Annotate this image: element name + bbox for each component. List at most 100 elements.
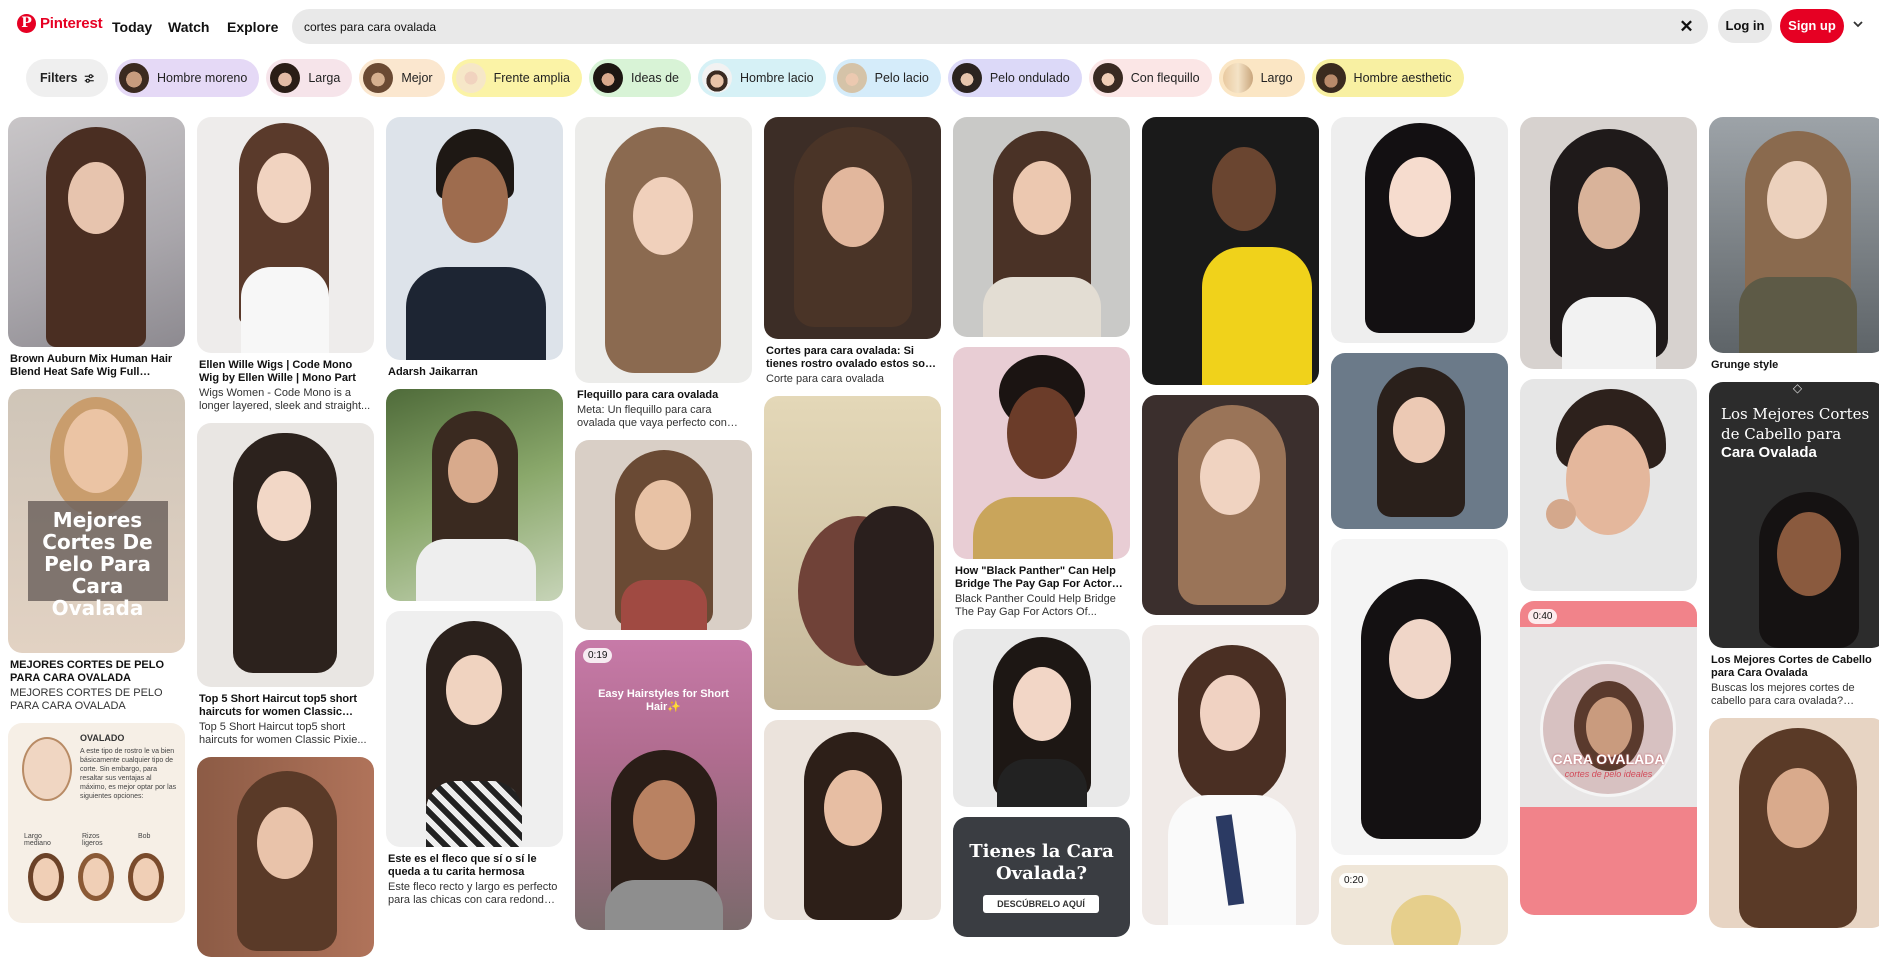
pin-overlay-label: Rizos ligeros [82, 833, 103, 847]
pin-card[interactable] [1520, 379, 1697, 591]
pin-column-2: Ellen Wille Wigs | Code Mono Wig by Elle… [197, 117, 374, 967]
chip-label: Larga [308, 71, 341, 85]
chip-hombre-aesthetic[interactable]: Hombre aesthetic [1311, 59, 1464, 97]
chip-label: Pelo lacio [874, 71, 929, 85]
pin-title: Brown Auburn Mix Human Hair Blend Heat S… [10, 353, 173, 378]
pin-image [1331, 117, 1508, 343]
pin-description: Top 5 Short Haircut top5 short haircuts … [199, 721, 367, 746]
pin-card[interactable]: Grunge style [1709, 117, 1879, 372]
pin-card[interactable] [953, 629, 1130, 807]
search-input[interactable] [304, 9, 1644, 44]
pin-image: 0:20 [1331, 865, 1508, 945]
clear-search-icon[interactable]: ✕ [1677, 17, 1696, 36]
chip-pelo-lacio[interactable]: Pelo lacio [832, 59, 941, 97]
pin-image [764, 396, 941, 710]
pin-image [1331, 353, 1508, 529]
pin-card[interactable]: Cortes para cara ovalada: Si tienes rost… [764, 117, 941, 386]
pin-card[interactable] [575, 440, 752, 630]
nav-watch[interactable]: Watch [168, 19, 209, 35]
pin-card[interactable] [1142, 625, 1319, 925]
chip-thumbnail [1222, 63, 1253, 93]
chip-largo[interactable]: Largo [1218, 59, 1305, 97]
pin-image: Tienes la Cara Ovalada? DESCÚBRELO AQUÍ [953, 817, 1130, 937]
pin-image [386, 611, 563, 847]
pin-column-1: Brown Auburn Mix Human Hair Blend Heat S… [8, 117, 185, 933]
chip-label: Ideas de [631, 71, 679, 85]
chip-label: Pelo ondulado [989, 71, 1070, 85]
chevron-down-icon[interactable] [1852, 18, 1866, 32]
pin-card[interactable]: Este es el fleco que sí o sí le queda a … [386, 611, 563, 907]
filters-label: Filters [40, 71, 78, 85]
pin-column-3: Adarsh Jaikarran Este es el fleco que sí… [386, 117, 563, 917]
filter-chip-bar: Filters Hombre moreno Larga Mejor Frente… [26, 59, 1464, 97]
pin-image [764, 720, 941, 920]
pin-card[interactable]: 0:20 [1331, 865, 1508, 945]
video-duration-badge: 0:40 [1528, 609, 1558, 624]
chip-pelo-ondulado[interactable]: Pelo ondulado [947, 59, 1082, 97]
sliders-icon [84, 73, 94, 83]
pin-card[interactable] [1709, 718, 1879, 928]
pin-card[interactable] [1142, 395, 1319, 615]
pin-overlay-text: Cara Ovalada [1721, 444, 1817, 461]
chip-label: Largo [1260, 71, 1293, 85]
pin-description: MEJORES CORTES DE PELO PARA CARA OVALADA [10, 687, 163, 712]
pin-card[interactable]: How "Black Panther" Can Help Bridge The … [953, 347, 1130, 619]
pin-card[interactable] [764, 396, 941, 710]
chip-thumbnail [363, 63, 394, 93]
pin-card[interactable] [1142, 117, 1319, 385]
pin-image [1331, 539, 1508, 855]
pin-image: ◇ Los Mejores Cortes de Cabello para Car… [1709, 382, 1879, 648]
pin-description: Buscas los mejores cortes de cabello par… [1711, 682, 1855, 707]
pin-card[interactable] [1331, 117, 1508, 343]
chip-thumbnail [701, 63, 732, 93]
pin-card[interactable]: OVALADO A este tipo de rostro le va bien… [8, 723, 185, 923]
pin-description: Meta: Un flequillo para cara ovalada que… [577, 404, 727, 429]
pin-card[interactable]: Brown Auburn Mix Human Hair Blend Heat S… [8, 117, 185, 379]
nav-today[interactable]: Today [112, 19, 152, 35]
pin-overlay-button: DESCÚBRELO AQUÍ [983, 895, 1099, 913]
pin-card[interactable]: Ellen Wille Wigs | Code Mono Wig by Elle… [197, 117, 374, 413]
pin-card[interactable] [953, 117, 1130, 337]
pin-card[interactable] [764, 720, 941, 920]
video-duration-badge: 0:19 [583, 648, 613, 663]
pin-card[interactable]: Top 5 Short Haircut top5 short haircuts … [197, 423, 374, 747]
chip-con-flequillo[interactable]: Con flequillo [1088, 59, 1212, 97]
pin-card[interactable] [197, 757, 374, 957]
top-nav-bar: P Pinterest Today Watch Explore ✕ Log in… [0, 0, 1879, 54]
pin-card[interactable] [1331, 539, 1508, 855]
chip-thumbnail [1092, 63, 1123, 93]
chip-frente-amplia[interactable]: Frente amplia [451, 59, 583, 97]
pin-overlay-text: Tienes la Cara Ovalada? [969, 841, 1114, 884]
login-button[interactable]: Log in [1718, 9, 1772, 43]
pin-image [575, 440, 752, 630]
signup-button[interactable]: Sign up [1780, 9, 1844, 43]
filters-button[interactable]: Filters [26, 59, 108, 97]
pin-card[interactable] [1520, 117, 1697, 369]
chip-ideas-de[interactable]: Ideas de [589, 59, 691, 97]
chip-thumbnail [593, 63, 624, 93]
chip-hombre-lacio[interactable]: Hombre lacio [697, 59, 826, 97]
pin-card[interactable]: 0:40 CARA OVALADA cortes de pelo ideales [1520, 601, 1697, 915]
pin-card[interactable]: Mejores Cortes De Pelo Para Cara Ovalada… [8, 389, 185, 713]
pin-card[interactable]: Flequillo para cara ovalada Meta: Un fle… [575, 117, 752, 430]
pin-card[interactable]: 0:19 Easy Hairstyles for Short Hair✨ [575, 640, 752, 930]
chip-larga[interactable]: Larga [266, 59, 353, 97]
pin-description: Corte para cara ovalada [766, 373, 885, 385]
pin-column-6: How "Black Panther" Can Help Bridge The … [953, 117, 1130, 947]
pin-title: Grunge style [1711, 359, 1779, 371]
pin-card[interactable]: Tienes la Cara Ovalada? DESCÚBRELO AQUÍ [953, 817, 1130, 937]
pinterest-logo[interactable]: P Pinterest [17, 14, 103, 33]
pin-card[interactable]: ◇ Los Mejores Cortes de Cabello para Car… [1709, 382, 1879, 708]
pin-image [8, 117, 185, 347]
pin-column-5: Cortes para cara ovalada: Si tienes rost… [764, 117, 941, 930]
chip-mejor[interactable]: Mejor [359, 59, 445, 97]
pin-card[interactable] [1331, 353, 1508, 529]
pin-image [953, 117, 1130, 337]
pin-image: 0:40 CARA OVALADA cortes de pelo ideales [1520, 601, 1697, 915]
pin-card[interactable]: Adarsh Jaikarran [386, 117, 563, 379]
pin-card[interactable] [386, 389, 563, 601]
chip-hombre-moreno[interactable]: Hombre moreno [115, 59, 260, 97]
nav-explore[interactable]: Explore [227, 19, 278, 35]
chip-label: Mejor [401, 71, 433, 85]
pin-image [575, 117, 752, 383]
